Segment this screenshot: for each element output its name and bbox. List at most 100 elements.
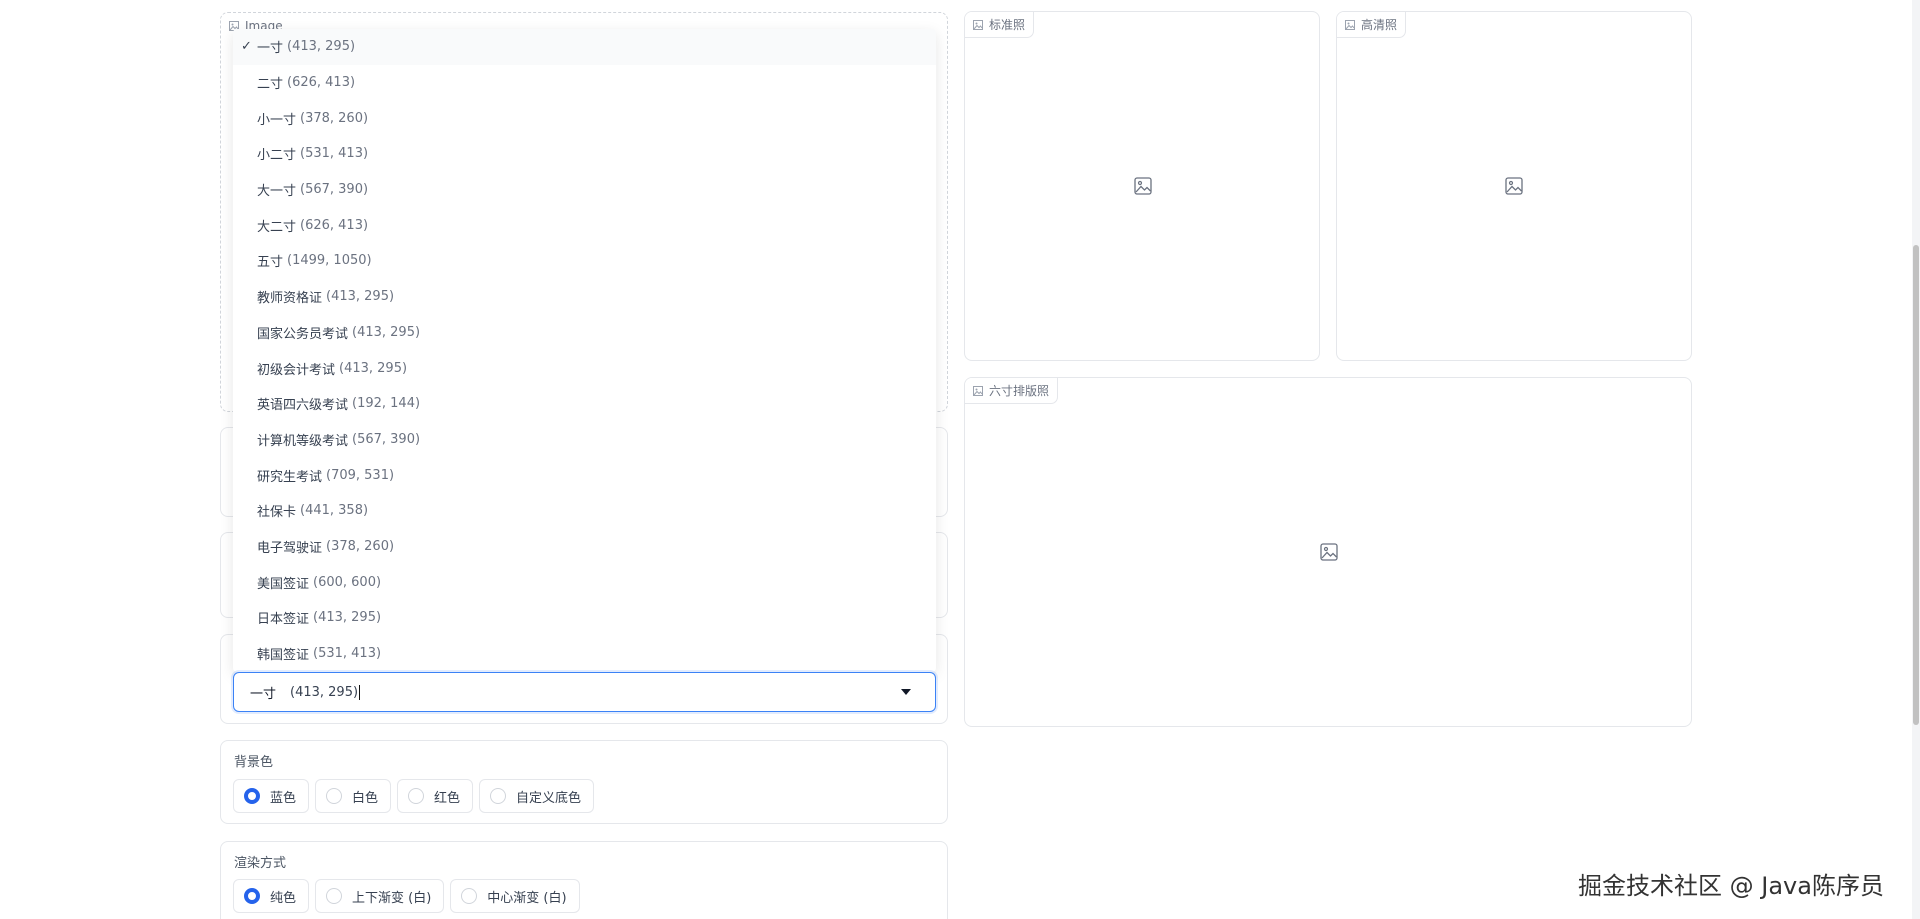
background-color-options: 蓝色 白色 红色 自定义底色 (233, 779, 595, 813)
render_mode-radio-option[interactable]: 中心渐变 (白) (450, 879, 580, 913)
render-mode-panel: 渲染方式 纯色 上下渐变 (白) 中心渐变 (白) (220, 841, 948, 919)
scrollbar-thumb[interactable] (1913, 245, 1919, 725)
selected-size-value: (413, 295) (290, 684, 359, 700)
check-icon: ✓ (241, 39, 252, 55)
background_color-radio-option[interactable]: 蓝色 (233, 779, 310, 813)
image-icon (1345, 19, 1355, 30)
size-option-dimensions: (413, 295) (352, 324, 421, 340)
size-option-dimensions: (567, 390) (352, 431, 421, 447)
size-option-dimensions: (413, 295) (339, 360, 408, 376)
standard-photo-panel: 标准照 (964, 11, 1320, 361)
size-option[interactable]: 美国签证 (600, 600) (233, 564, 936, 600)
size-option-name: 初级会计考试 (257, 362, 336, 378)
size-option-name: 大一寸 (257, 184, 297, 200)
size-option[interactable]: 五寸 (1499, 1050) (233, 243, 936, 279)
size-option[interactable]: 研究生考试 (709, 531) (233, 457, 936, 493)
size-option-name: 国家公务员考试 (257, 326, 349, 342)
image-placeholder-icon (1505, 177, 1523, 195)
size-option-dimensions: (192, 144) (352, 396, 421, 412)
size-option-name: 五寸 (257, 255, 284, 271)
size-option[interactable]: 国家公务员考试 (413, 295) (233, 315, 936, 351)
size-option[interactable]: 大二寸 (626, 413) (233, 207, 936, 243)
size-option[interactable]: 电子驾驶证 (378, 260) (233, 529, 936, 565)
radio-circle-icon[interactable] (326, 888, 343, 904)
image-icon (973, 385, 983, 396)
size-option-name: 小二寸 (257, 148, 297, 164)
render-mode-title: 渲染方式 (234, 856, 287, 871)
render_mode-radio-label: 纯色 (270, 890, 297, 906)
size-option-name: 研究生考试 (257, 469, 323, 485)
size-option-dimensions: (709, 531) (326, 467, 395, 483)
radio-circle-icon[interactable] (461, 888, 478, 904)
size-option-dimensions: (378, 260) (326, 538, 395, 554)
radio-circle-icon[interactable] (244, 888, 260, 904)
render_mode-radio-option[interactable]: 上下渐变 (白) (315, 879, 445, 913)
size-option-dimensions: (600, 600) (313, 574, 382, 590)
hd-photo-label: 高清照 (1361, 18, 1398, 32)
render-mode-options: 纯色 上下渐变 (白) 中心渐变 (白) (233, 879, 580, 913)
size-option-dimensions: (626, 413) (287, 75, 356, 91)
size-option-name: 电子驾驶证 (257, 540, 323, 556)
size-option-dimensions: (413, 295) (287, 39, 356, 55)
background_color-radio-label: 白色 (352, 790, 379, 806)
chevron-down-icon[interactable] (901, 689, 911, 695)
size-option[interactable]: 韩国签证 (531, 413) (233, 636, 936, 672)
render_mode-radio-label: 中心渐变 (白) (487, 890, 567, 906)
watermark: 掘金技术社区 @ Java陈序员 (1578, 872, 1884, 900)
size-option-name: 小一寸 (257, 112, 297, 128)
size-option-name: 一寸 (257, 41, 284, 57)
size-option-name: 社保卡 (257, 505, 297, 521)
size-option-dimensions: (567, 390) (300, 182, 369, 198)
size-dropdown-list[interactable]: ✓ 一寸 (413, 295) 二寸 (626, 413) 小一寸 (378, 260) 小二… (233, 29, 936, 672)
size-option-name: 教师资格证 (257, 291, 323, 307)
size-option[interactable]: 日本签证 (413, 295) (233, 600, 936, 636)
layout-photo-panel: 六寸排版照 (964, 377, 1692, 727)
radio-circle-icon[interactable] (244, 788, 260, 804)
size-option[interactable]: 社保卡 (441, 358) (233, 493, 936, 529)
size-option[interactable]: 小一寸 (378, 260) (233, 100, 936, 136)
background_color-radio-label: 自定义底色 (516, 790, 582, 806)
image-placeholder-icon (1320, 543, 1338, 561)
radio-circle-icon[interactable] (408, 788, 425, 804)
size-option[interactable]: 英语四六级考试 (192, 144) (233, 386, 936, 422)
size-option-name: 大二寸 (257, 219, 297, 235)
background_color-radio-label: 蓝色 (270, 790, 297, 806)
background-color-panel: 背景色 蓝色 白色 红色 自定义底色 (220, 740, 948, 824)
size-option-dimensions: (626, 413) (300, 217, 369, 233)
size-option-dimensions: (413, 295) (326, 289, 395, 305)
radio-circle-icon[interactable] (326, 788, 343, 804)
page-scrollbar[interactable] (1912, 0, 1920, 919)
size-option-name: 计算机等级考试 (257, 433, 349, 449)
size-option-dimensions: (378, 260) (300, 110, 369, 126)
layout-photo-chip: 六寸排版照 (965, 378, 1059, 404)
background_color-radio-option[interactable]: 红色 (397, 779, 474, 813)
background_color-radio-label: 红色 (434, 790, 461, 806)
size-option[interactable]: 教师资格证 (413, 295) (233, 279, 936, 315)
render_mode-radio-label: 上下渐变 (白) (352, 890, 432, 906)
size-option[interactable]: ✓ 一寸 (413, 295) (233, 29, 936, 65)
image-placeholder-icon (1134, 177, 1152, 195)
standard-photo-label: 标准照 (989, 18, 1026, 32)
size-option[interactable]: 二寸 (626, 413) (233, 65, 936, 101)
background_color-radio-option[interactable]: 自定义底色 (479, 779, 595, 813)
size-option-name: 美国签证 (257, 576, 310, 592)
size-option[interactable]: 小二寸 (531, 413) (233, 136, 936, 172)
background_color-radio-option[interactable]: 白色 (315, 779, 392, 813)
standard-photo-chip: 标准照 (965, 12, 1035, 38)
size-option[interactable]: 计算机等级考试 (567, 390) (233, 422, 936, 458)
size-select-input[interactable]: 一寸 (413, 295) (233, 672, 936, 712)
hd-photo-chip: 高清照 (1337, 12, 1407, 38)
size-option[interactable]: 初级会计考试 (413, 295) (233, 350, 936, 386)
selected-size-name: 一寸 (250, 686, 277, 702)
size-option-name: 英语四六级考试 (257, 398, 349, 414)
background-color-title: 背景色 (234, 755, 274, 770)
size-option-dimensions: (441, 358) (300, 503, 369, 519)
render_mode-radio-option[interactable]: 纯色 (233, 879, 310, 913)
radio-circle-icon[interactable] (490, 788, 507, 804)
hd-photo-panel: 高清照 (1336, 11, 1692, 361)
size-option-name: 日本签证 (257, 612, 310, 628)
size-option[interactable]: 大一寸 (567, 390) (233, 172, 936, 208)
size-option-dimensions: (413, 295) (313, 610, 382, 626)
page: Image ✓ 一寸 (413, 295) 二寸 (626, 413) 小一寸 (378, … (0, 0, 1920, 919)
size-option-dimensions: (1499, 1050) (287, 253, 372, 269)
